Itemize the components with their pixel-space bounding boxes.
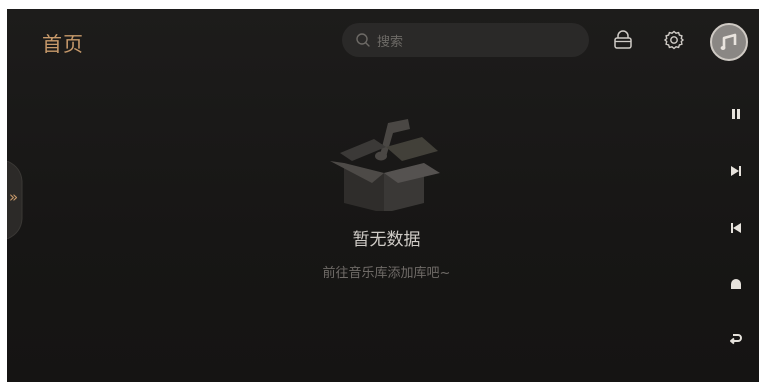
bag-icon[interactable] bbox=[611, 28, 635, 52]
back-icon[interactable] bbox=[726, 329, 746, 349]
avatar-music-icon[interactable] bbox=[710, 23, 748, 61]
search-icon bbox=[355, 32, 371, 48]
app-window: 首页 搜索 » 暂无数据 前往音乐库添加库吧~ bbox=[7, 9, 759, 382]
empty-state-title: 暂无数据 bbox=[352, 230, 421, 250]
search-bar[interactable]: 搜索 bbox=[342, 23, 589, 57]
next-track-icon[interactable] bbox=[726, 161, 746, 181]
empty-box-icon bbox=[320, 111, 450, 213]
search-placeholder[interactable]: 搜索 bbox=[377, 31, 403, 50]
settings-icon[interactable] bbox=[662, 28, 686, 52]
page-title: 首页 bbox=[42, 32, 84, 56]
pause-icon[interactable] bbox=[726, 104, 746, 124]
empty-state-subtitle[interactable]: 前往音乐库添加库吧~ bbox=[7, 262, 759, 281]
chevron-double-right-icon: » bbox=[9, 188, 19, 206]
